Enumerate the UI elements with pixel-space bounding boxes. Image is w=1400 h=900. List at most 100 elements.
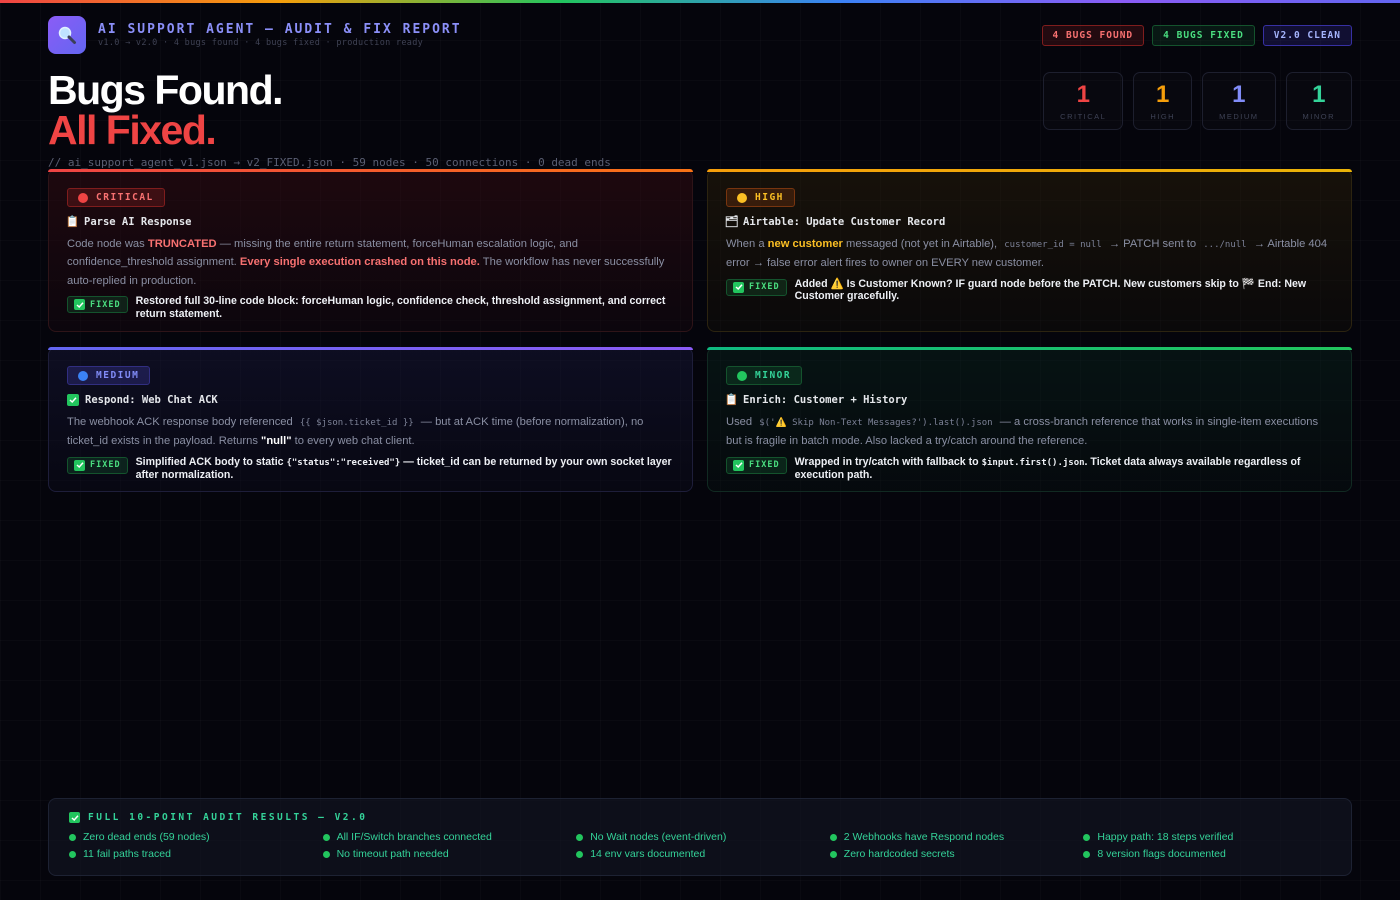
bug-card-medium: MEDIUM Respond: Web Chat ACK The webhook…	[48, 347, 693, 492]
fix-description: Simplified ACK body to static {"status":…	[136, 456, 674, 482]
app-subtitle: v1.0 → v2.0 · 4 bugs found · 4 bugs fixe…	[98, 38, 424, 48]
desc-text: messaged (not yet in Airtable),	[842, 237, 1001, 250]
result-text: 8 version flags documented	[1097, 848, 1226, 860]
node-name: 📋 Parse AI Response	[65, 215, 674, 228]
fix-text: Simplified ACK body to static	[135, 455, 287, 468]
result-item: Happy path: 18 steps verified	[1083, 831, 1337, 843]
severity-label: MINOR	[755, 370, 792, 381]
result-item: All IF/Switch branches connected	[322, 831, 577, 843]
bug-description: The webhook ACK response body referenced…	[67, 413, 674, 451]
stat-count: 1	[1076, 80, 1090, 108]
folder-icon: 🗂	[724, 215, 739, 228]
results-grid: Zero dead ends (59 nodes) All IF/Switch …	[69, 831, 1331, 860]
results-title: FULL 10-POINT AUDIT RESULTS — V2.0	[69, 812, 1331, 823]
bullet-icon	[69, 833, 76, 841]
bullet-icon	[1083, 833, 1091, 841]
bullet-icon	[576, 833, 584, 841]
result-item: Zero dead ends (59 nodes)	[69, 831, 323, 843]
bug-description: Code node was TRUNCATED — missing the en…	[67, 235, 674, 291]
result-text: 2 Webhooks have Respond nodes	[843, 831, 1005, 843]
magnifier-icon	[58, 26, 76, 44]
result-item: 8 version flags documented	[1083, 848, 1337, 860]
fixed-label: FIXED	[90, 299, 121, 310]
version-clean-badge: V2.0 CLEAN	[1262, 25, 1352, 46]
desc-highlight: "null"	[261, 435, 292, 447]
desc-text: The webhook ACK response body referenced	[67, 415, 296, 428]
node-label: Airtable: Update Customer Record	[743, 215, 946, 228]
check-box-icon	[67, 393, 79, 406]
fix-row: FIXED Restored full 30-line code block: …	[67, 295, 674, 320]
bullet-icon	[1083, 850, 1091, 858]
severity-label: HIGH	[755, 192, 784, 203]
stat-label: MEDIUM	[1219, 111, 1259, 121]
inline-code: $input.first().json	[981, 457, 1085, 468]
desc-text: → PATCH sent to	[1105, 237, 1200, 250]
bug-card-high: HIGH 🗂 Airtable: Update Customer Record …	[707, 169, 1352, 332]
inline-code: customer_id = null	[1004, 239, 1102, 250]
app-logo	[48, 16, 86, 54]
result-item: No timeout path needed	[322, 848, 577, 860]
red-dot-icon	[78, 192, 88, 203]
inline-code: {{ $json.ticket_id }}	[299, 417, 414, 428]
severity-badge: HIGH	[726, 188, 795, 207]
bug-card-minor: MINOR 📋 Enrich: Customer + History Used …	[707, 347, 1352, 492]
bugs-found-badge: 4 BUGS FOUND	[1041, 25, 1145, 46]
stat-label: MINOR	[1302, 111, 1335, 121]
stat-critical: 1 CRITICAL	[1043, 72, 1124, 130]
severity-label: CRITICAL	[96, 192, 154, 203]
stat-count: 1	[1232, 80, 1246, 108]
clipboard-icon: 📋	[65, 215, 80, 228]
header-badges: 4 BUGS FOUND 4 BUGS FIXED V2.0 CLEAN	[1041, 25, 1352, 46]
bullet-icon	[69, 850, 76, 858]
severity-stats: 1 CRITICAL 1 HIGH 1 MEDIUM 1 MINOR	[1043, 72, 1352, 130]
result-text: 11 fail paths traced	[83, 848, 171, 860]
result-item: 14 env vars documented	[576, 848, 830, 860]
stat-high: 1 HIGH	[1133, 72, 1193, 130]
stat-label: HIGH	[1150, 111, 1176, 121]
check-icon	[74, 299, 85, 310]
hero-title-line-1: Bugs Found.	[48, 67, 284, 113]
fix-description: Restored full 30-line code block: forceH…	[135, 295, 666, 320]
bug-card-critical: CRITICAL 📋 Parse AI Response Code node w…	[48, 169, 693, 332]
node-name: 🗂 Airtable: Update Customer Record	[724, 215, 1333, 228]
hero-title-line-2: All Fixed.	[48, 107, 217, 153]
inline-code: {"status":"received"}	[286, 457, 401, 468]
result-text: Zero dead ends (59 nodes)	[83, 831, 210, 843]
severity-badge: MEDIUM	[67, 366, 151, 385]
check-box-icon	[69, 812, 80, 823]
fix-row: FIXED Added ⚠️ Is Customer Known? IF gua…	[726, 278, 1333, 303]
fix-row: FIXED Simplified ACK body to static {"st…	[67, 456, 674, 482]
inline-code: .../null	[1203, 239, 1247, 250]
stat-count: 1	[1156, 80, 1170, 108]
fix-description: Wrapped in try/catch with fallback to $i…	[795, 456, 1333, 482]
result-text: Happy path: 18 steps verified	[1097, 831, 1234, 843]
stat-medium: 1 MEDIUM	[1202, 72, 1276, 130]
node-name: Respond: Web Chat ACK	[67, 393, 674, 406]
desc-text: to every web chat client.	[291, 435, 415, 447]
bullet-icon	[829, 833, 837, 841]
app-title: AI SUPPORT AGENT — AUDIT & FIX REPORT	[98, 22, 462, 37]
desc-highlight: TRUNCATED	[147, 237, 217, 250]
bugs-fixed-badge: 4 BUGS FIXED	[1152, 25, 1255, 46]
desc-text: Used	[726, 415, 756, 428]
fixed-label: FIXED	[90, 460, 121, 470]
fixed-badge: FIXED	[726, 456, 787, 474]
node-label: Respond: Web Chat ACK	[85, 393, 218, 406]
bullet-icon	[576, 850, 584, 858]
result-text: All IF/Switch branches connected	[336, 831, 492, 843]
bullet-icon	[829, 850, 837, 858]
node-label: Parse AI Response	[84, 215, 192, 228]
result-text: Zero hardcoded secrets	[843, 848, 955, 860]
stat-count: 1	[1312, 80, 1326, 108]
result-item: 2 Webhooks have Respond nodes	[829, 831, 1084, 843]
node-name: 📋 Enrich: Customer + History	[725, 393, 1333, 406]
stat-label: CRITICAL	[1060, 111, 1107, 121]
check-icon	[733, 281, 744, 293]
result-text: 14 env vars documented	[590, 848, 706, 860]
result-item: Zero hardcoded secrets	[829, 848, 1084, 860]
fix-description: Added ⚠️ Is Customer Known? IF guard nod…	[794, 277, 1307, 303]
fix-text: Wrapped in try/catch with fallback to	[794, 455, 982, 468]
fixed-badge: FIXED	[67, 456, 128, 474]
check-icon	[733, 459, 744, 471]
result-item: 11 fail paths traced	[69, 848, 323, 860]
